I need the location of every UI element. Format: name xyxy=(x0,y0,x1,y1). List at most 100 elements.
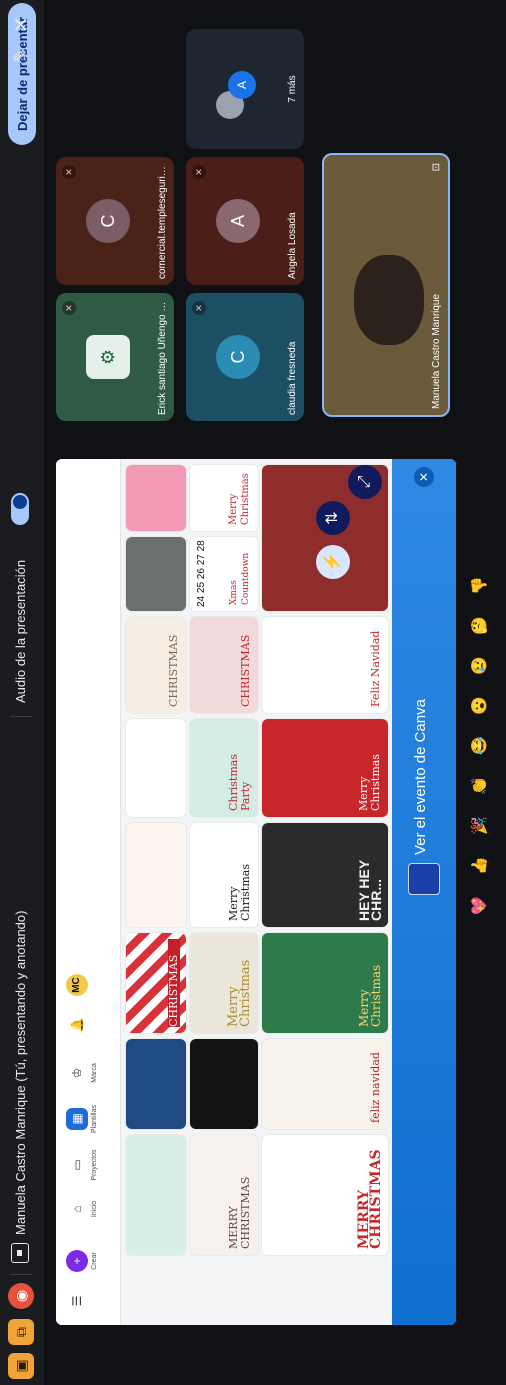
mic-off-icon: ✕ xyxy=(62,301,76,315)
template-card[interactable]: Christmas Party xyxy=(190,719,258,817)
template-card[interactable] xyxy=(126,823,186,927)
close-icon[interactable]: ✕ xyxy=(414,467,434,487)
template-card[interactable] xyxy=(126,719,186,817)
zoom-control[interactable]: ⚡ xyxy=(316,545,350,579)
template-card[interactable]: CHRISTMAS xyxy=(126,617,186,713)
template-card[interactable]: MERRY CHRISTMAS xyxy=(190,1135,258,1255)
template-card[interactable]: Feliz Navidad xyxy=(262,617,388,713)
template-title: Merry Christmas xyxy=(357,964,383,1027)
reaction-heart[interactable]: 💖 xyxy=(470,896,488,915)
record-stop-button[interactable]: ◉ xyxy=(8,1283,34,1309)
rail-label: Marca xyxy=(91,1063,98,1083)
rail-label: Proyectos xyxy=(91,1149,98,1181)
rail-home[interactable]: ⌂ Inicio xyxy=(60,1189,98,1229)
rail-brand[interactable]: ♔ Marca xyxy=(60,1053,98,1093)
mic-off-icon: ✕ xyxy=(62,165,76,179)
annotate-pencil-icon[interactable]: ✎ xyxy=(10,48,31,63)
template-card[interactable]: CHRISTMAS xyxy=(190,617,258,713)
template-card[interactable] xyxy=(126,1135,186,1255)
canva-sidebar-rail: ☰ + Crear ⌂ Inicio ▭ Proyectos ▦ Plantillas … xyxy=(56,459,121,1325)
rail-notifications[interactable]: 🔔 xyxy=(60,1005,91,1045)
divider xyxy=(10,716,32,717)
template-card[interactable]: Merry Christmas xyxy=(190,465,258,531)
template-title: Merry Christmas xyxy=(227,864,252,921)
record-icon: ◉ xyxy=(12,1289,29,1303)
template-card[interactable]: Merry Christmas xyxy=(262,933,388,1033)
participant-initial: A xyxy=(215,199,260,243)
expand-icon: ⤢ xyxy=(356,475,373,489)
present-icon: ▣ xyxy=(12,1359,29,1373)
rail-projects[interactable]: ▭ Proyectos xyxy=(60,1145,98,1185)
template-card[interactable]: Xmas Countdown 24 25 26 27 28 xyxy=(190,537,258,611)
template-card[interactable] xyxy=(126,537,186,611)
reaction-thumbs-down[interactable]: 👎 xyxy=(470,576,488,595)
rail-templates[interactable]: ▦ Plantillas xyxy=(60,1099,98,1139)
template-title: CHRISTMAS xyxy=(167,634,180,707)
fullscreen-button[interactable]: ⤢ xyxy=(348,465,382,499)
brand-icon: ♔ xyxy=(70,1067,84,1079)
more-count: 7 más xyxy=(287,75,298,103)
present-now-button[interactable]: ▣ xyxy=(8,1353,34,1379)
pin-icon[interactable]: ⊡ xyxy=(431,163,442,171)
plus-icon: + xyxy=(66,1250,88,1272)
meet-stage: ▣ ⧉ ◉ Manuela Castro Manrique (Tú, prese… xyxy=(0,0,506,1385)
template-card[interactable] xyxy=(126,465,186,531)
template-title: Merry Christmas xyxy=(226,959,253,1027)
self-video xyxy=(354,255,424,345)
reactions-bar: 💖 👍 🎉 👏 😂 😮 😢 🤔 👎 xyxy=(466,515,496,915)
template-card[interactable] xyxy=(126,1039,186,1129)
template-card[interactable] xyxy=(190,1039,258,1129)
reaction-laugh[interactable]: 😂 xyxy=(470,736,488,755)
mic-off-icon: ✕ xyxy=(192,165,206,179)
template-title: Xmas Countdown xyxy=(229,552,251,605)
reaction-thumbs-up[interactable]: 👍 xyxy=(470,856,488,875)
participant-initial: C xyxy=(215,335,260,379)
participant-logo: ⚙ xyxy=(85,335,130,379)
template-title: Merry Christmas xyxy=(357,754,382,811)
reaction-sad[interactable]: 😢 xyxy=(470,656,488,675)
avatar: MC xyxy=(66,974,88,996)
self-view-tile[interactable]: Manuela Castro Manrique ⊡ xyxy=(322,153,450,417)
canva-event-banner[interactable]: Ver el evento de Canva ✕ xyxy=(392,459,456,1325)
participant-tile[interactable]: C ✕ comercial.templeseguridad ltda xyxy=(56,157,174,285)
template-title: feliz navidad xyxy=(369,1052,382,1123)
template-card[interactable]: CHRISTMAS xyxy=(126,933,186,1033)
layout-button[interactable]: ⧉ xyxy=(8,1319,34,1345)
template-card[interactable]: HEY HEY CHR... xyxy=(262,823,388,927)
presenter-toolbar: ▣ ⧉ ◉ Manuela Castro Manrique (Tú, prese… xyxy=(0,0,44,1385)
countdown-numbers: 24 25 26 27 28 xyxy=(196,540,207,607)
participant-name: Angela Losada xyxy=(287,212,298,279)
template-card[interactable]: Merry Christmas xyxy=(190,823,258,927)
template-title: Christmas Party xyxy=(227,754,252,811)
participant-tile[interactable]: ⚙ ✕ Erick santiago Uñengo c... xyxy=(56,293,174,421)
rail-account[interactable]: MC xyxy=(60,965,91,1005)
participant-tile[interactable]: A ✕ Angela Losada xyxy=(186,157,304,285)
home-icon: ⌂ xyxy=(70,1205,84,1213)
folder-icon: ▭ xyxy=(70,1159,84,1171)
rail-create[interactable]: + Crear xyxy=(60,1241,98,1281)
reaction-surprised[interactable]: 😮 xyxy=(470,696,488,715)
template-card[interactable]: Merry Christmas xyxy=(190,933,258,1033)
swap-icon: ⇅ xyxy=(324,511,341,525)
templates-icon: ▦ xyxy=(66,1108,88,1130)
template-title: CHRISTMAS xyxy=(239,634,252,707)
reaction-clap[interactable]: 👏 xyxy=(470,776,488,795)
rail-menu[interactable]: ☰ xyxy=(60,1281,91,1321)
more-participants-tile[interactable]: A 7 más xyxy=(186,29,304,149)
participant-initial: C xyxy=(85,199,130,243)
presentation-audio-toggle[interactable] xyxy=(11,493,29,525)
reaction-party[interactable]: 🎉 xyxy=(470,816,488,835)
collapse-icon[interactable]: ✕ xyxy=(9,16,34,33)
template-card[interactable]: MERRY CHRISTMAS xyxy=(262,1135,388,1255)
template-title: HEY HEY CHR... xyxy=(356,860,384,921)
participant-name: claudia fresneda xyxy=(287,341,298,415)
template-card[interactable]: feliz navidad xyxy=(262,1039,388,1129)
template-card[interactable]: Merry Christmas xyxy=(262,719,388,817)
templates-grid: MERRY CHRISTMAS MERRY CHRISTMAS feliz na… xyxy=(126,465,388,1255)
participant-tile[interactable]: C ✕ claudia fresneda xyxy=(186,293,304,421)
participant-name: Manuela Castro Manrique xyxy=(431,293,442,409)
reaction-thinking[interactable]: 🤔 xyxy=(470,616,488,635)
banner-text: Ver el evento de Canva xyxy=(412,699,429,855)
event-thumbnail xyxy=(408,863,440,895)
swap-button[interactable]: ⇅ xyxy=(316,501,350,535)
